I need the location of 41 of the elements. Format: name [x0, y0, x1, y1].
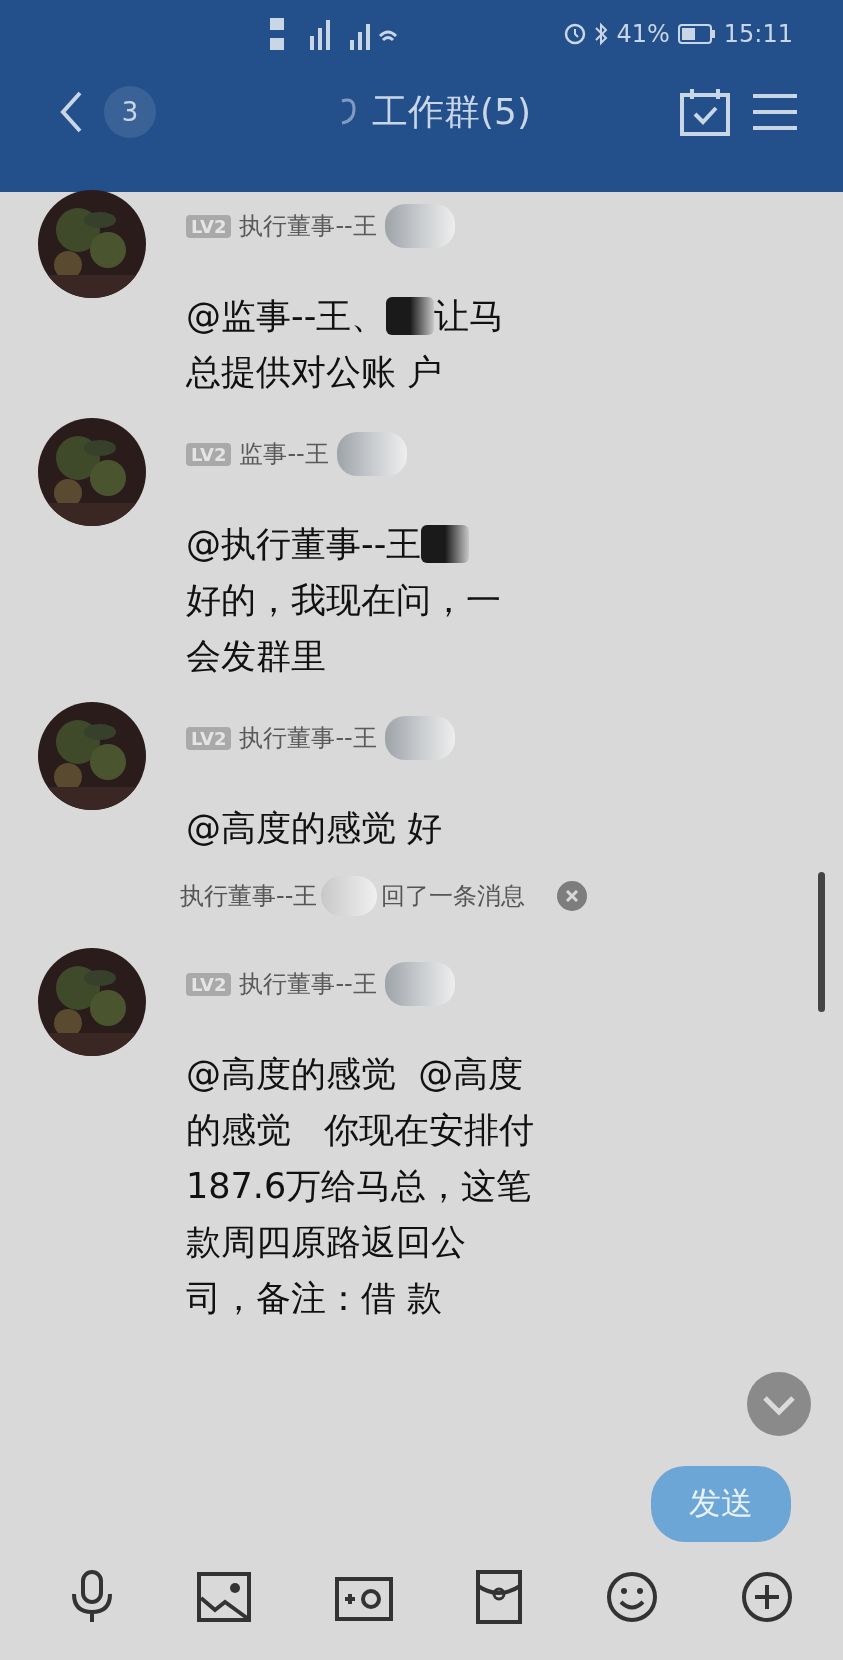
sender-name: 执行董事--王 — [239, 211, 377, 242]
envelope-icon[interactable] — [476, 1570, 523, 1624]
bluetooth-icon — [594, 22, 609, 46]
signal-icon — [270, 16, 400, 52]
message-text: 187.6万给马总，这笔 — [186, 1165, 532, 1208]
message-text: 总提供对公账 户 — [186, 351, 443, 394]
close-icon[interactable] — [557, 881, 588, 911]
plus-icon[interactable] — [740, 1571, 793, 1623]
battery-icon — [677, 23, 716, 45]
level-badge: LV2 — [186, 214, 232, 238]
recall-notice: 回了一条消息 — [381, 881, 526, 912]
menu-icon[interactable] — [751, 92, 799, 132]
smiley-icon[interactable] — [605, 1571, 658, 1623]
message-text: 司，备注：借 款 — [186, 1277, 443, 1320]
recall-notice: 执行董事--王 — [180, 881, 318, 912]
sender-name: 执行董事--王 — [239, 723, 377, 754]
message-text: @高度的感觉 好 — [186, 807, 443, 850]
message-text: @监事--王、 — [186, 295, 387, 338]
level-badge: LV2 — [186, 442, 232, 466]
level-badge: LV2 — [186, 726, 232, 750]
back-icon[interactable] — [58, 90, 84, 134]
send-button[interactable]: 发送 — [651, 1466, 791, 1542]
sender-name: 监事--王 — [239, 439, 329, 470]
unread-count: 3 — [104, 86, 156, 138]
message-text: 款周四原路返回公 — [186, 1221, 466, 1264]
message-text: 好的，我现在问，一 — [186, 579, 501, 622]
alarm-icon — [564, 23, 587, 45]
message-text: @执行董事--王 — [186, 523, 422, 566]
message-text: 的感觉 你现在安排付 — [186, 1109, 535, 1152]
message-text: @高度的感觉 @高度 — [186, 1053, 524, 1096]
sender-name: 执行董事--王 — [239, 969, 377, 1000]
battery-percent: 41% — [616, 20, 670, 48]
microphone-icon[interactable] — [70, 1570, 114, 1624]
message-text: 会发群里 — [186, 635, 326, 678]
message-text: 让马 — [434, 295, 505, 338]
calendar-icon[interactable] — [679, 87, 731, 137]
clock: 15:11 — [723, 20, 793, 48]
image-icon[interactable] — [197, 1572, 252, 1622]
level-badge: LV2 — [186, 972, 232, 996]
chat-title: 工作群(5) — [372, 89, 531, 134]
scrollbar[interactable] — [818, 872, 825, 1012]
